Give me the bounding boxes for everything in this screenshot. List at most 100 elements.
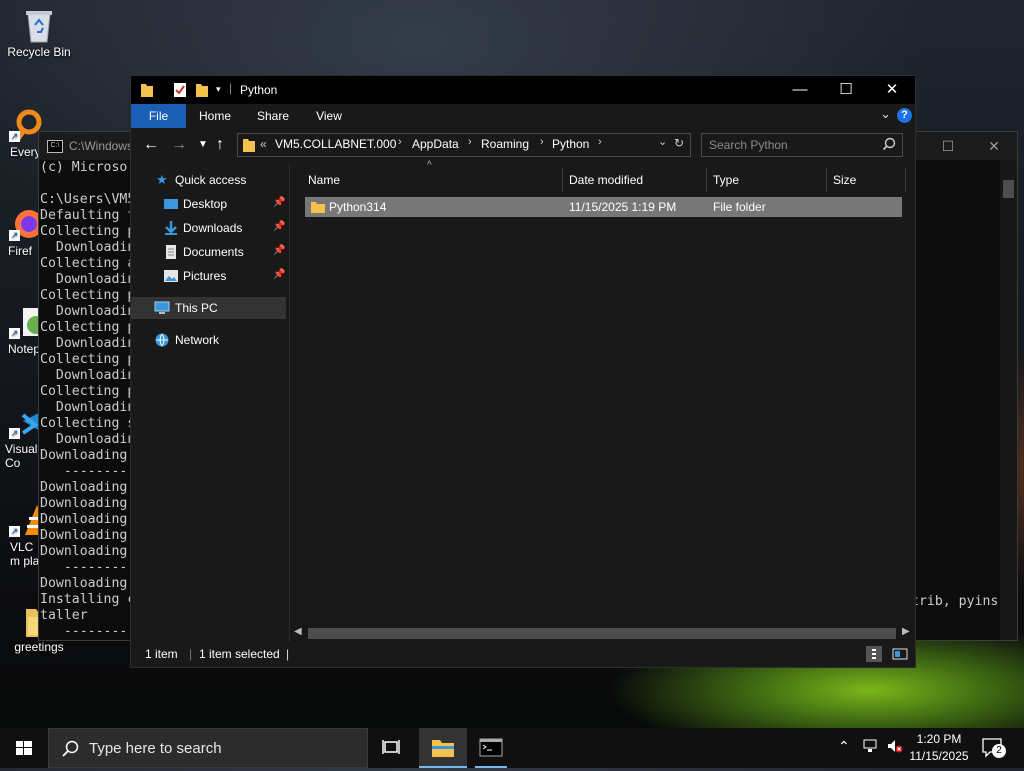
- document-icon: [163, 244, 179, 260]
- show-hidden-icons-chevron-icon[interactable]: ⌃: [838, 738, 850, 755]
- sort-arrow-icon: ^: [427, 160, 432, 171]
- shortcut-arrow-icon: ↗: [9, 526, 20, 537]
- task-view-icon: [382, 740, 400, 754]
- back-arrow-icon[interactable]: ←: [143, 136, 159, 154]
- address-bar[interactable]: « VM5.COLLABNET.000 › AppData › Roaming …: [237, 133, 691, 157]
- column-divider[interactable]: [562, 168, 563, 192]
- horizontal-scrollbar[interactable]: ◀ ▶: [290, 625, 915, 642]
- large-icons-view-icon[interactable]: [892, 646, 908, 662]
- start-button[interactable]: [0, 728, 48, 768]
- console-scrollbar-thumb[interactable]: [1003, 180, 1014, 198]
- tab-home[interactable]: Home: [193, 104, 237, 128]
- nav-item-this-pc[interactable]: This PC: [131, 297, 286, 319]
- star-icon: ★: [156, 172, 168, 187]
- desktop-icon-label: greetings: [14, 640, 64, 654]
- taskbar-clock[interactable]: 1:20 PM 11/15/2025: [906, 731, 972, 765]
- tab-view[interactable]: View: [307, 104, 351, 128]
- column-divider[interactable]: [826, 168, 827, 192]
- recent-locations-chevron-icon[interactable]: ▼: [198, 139, 208, 150]
- network-status-icon[interactable]: [862, 738, 880, 757]
- breadcrumb-vm5-collabnet[interactable]: VM5.COLLABNET.000: [275, 137, 396, 151]
- vlc-cone-icon: ↗: [9, 503, 49, 537]
- help-icon[interactable]: ?: [897, 108, 912, 123]
- breadcrumb-python[interactable]: Python: [552, 137, 589, 151]
- desktop-icon-label: Visual Co: [5, 442, 38, 470]
- console-output: (c) Microso C:\Users\VM5 Defaulting t Co…: [40, 160, 136, 639]
- quick-access-new-folder-icon[interactable]: [195, 82, 209, 101]
- nav-item-label: Pictures: [183, 269, 227, 283]
- pin-icon[interactable]: 📌: [273, 197, 285, 208]
- breadcrumb-separator: ›: [598, 136, 602, 148]
- shortcut-arrow-icon: ↗: [9, 328, 20, 339]
- nav-item-documents[interactable]: Documents 📌: [131, 241, 286, 263]
- column-divider[interactable]: [905, 168, 906, 192]
- tab-file[interactable]: File: [131, 104, 186, 128]
- pin-icon[interactable]: 📌: [273, 221, 285, 232]
- taskbar-file-explorer[interactable]: [419, 728, 467, 768]
- explorer-titlebar[interactable]: ▾ | Python — ☐ ✕: [131, 76, 915, 104]
- breadcrumb-separator: ›: [398, 136, 402, 148]
- column-header-date-modified[interactable]: Date modified: [569, 168, 643, 192]
- desktop-icon-recycle-bin[interactable]: Recycle Bin: [2, 8, 76, 59]
- refresh-icon[interactable]: ↻: [674, 136, 684, 150]
- task-view-button[interactable]: [368, 728, 416, 768]
- column-header-size[interactable]: Size: [833, 168, 856, 192]
- taskbar: Type here to search ⌃ 1:20 PM 11/15/2025…: [0, 728, 1024, 768]
- up-arrow-icon[interactable]: ↑: [216, 136, 224, 154]
- search-input[interactable]: Search Python: [701, 133, 903, 157]
- nav-item-label: Network: [175, 333, 220, 347]
- close-button[interactable]: ✕: [869, 76, 915, 104]
- console-maximize-button[interactable]: ☐: [925, 132, 971, 160]
- column-divider[interactable]: [706, 168, 707, 192]
- breadcrumb-separator: ›: [468, 136, 472, 148]
- console-scrollbar[interactable]: [1000, 160, 1017, 640]
- quick-access-customize-icon[interactable]: ▾: [216, 84, 221, 95]
- pin-icon[interactable]: 📌: [273, 245, 285, 256]
- navigation-bar: ← → ▼ ↑ « VM5.COLLABNET.000 › AppData › …: [131, 128, 915, 164]
- download-arrow-icon: [163, 220, 179, 236]
- title-separator: |: [229, 81, 233, 95]
- pin-icon[interactable]: 📌: [273, 269, 285, 280]
- nav-item-label: This PC: [175, 301, 218, 315]
- nav-item-network[interactable]: Network: [131, 329, 286, 351]
- ribbon-expand-chevron-icon[interactable]: ⌄: [880, 106, 891, 122]
- taskbar-search-box[interactable]: Type here to search: [48, 728, 368, 768]
- console-close-button[interactable]: ✕: [971, 132, 1017, 160]
- scroll-left-arrow-icon[interactable]: ◀: [294, 626, 302, 637]
- quick-access-properties-icon[interactable]: [173, 82, 187, 101]
- ribbon: File Home Share View ⌄ ?: [131, 104, 915, 128]
- address-dropdown-chevron-icon[interactable]: ⌄: [658, 135, 667, 148]
- breadcrumb-appdata[interactable]: AppData: [412, 137, 459, 151]
- volume-muted-icon[interactable]: [886, 738, 904, 757]
- scroll-right-arrow-icon[interactable]: ▶: [902, 626, 910, 637]
- taskbar-command-prompt[interactable]: [467, 728, 515, 768]
- nav-item-pictures[interactable]: Pictures 📌: [131, 265, 286, 287]
- desktop-icon-label: Recycle Bin: [7, 45, 71, 59]
- nav-item-downloads[interactable]: Downloads 📌: [131, 217, 286, 239]
- network-icon: [154, 332, 170, 348]
- forward-arrow-icon[interactable]: →: [171, 136, 187, 154]
- nav-item-desktop[interactable]: Desktop 📌: [131, 193, 286, 215]
- search-icon: [62, 740, 79, 757]
- console-icon: C:\: [47, 140, 63, 153]
- nav-item-quick-access[interactable]: ★ Quick access: [131, 169, 286, 191]
- breadcrumb-overflow[interactable]: «: [260, 137, 267, 151]
- details-view-icon[interactable]: [866, 646, 882, 662]
- minimize-button[interactable]: —: [777, 76, 823, 104]
- shortcut-arrow-icon: ↗: [9, 131, 20, 142]
- column-header-name[interactable]: Name: [308, 168, 340, 192]
- file-row[interactable]: Python314 11/15/2025 1:19 PM File folder: [305, 197, 902, 217]
- tab-share[interactable]: Share: [251, 104, 295, 128]
- folder-icon: [140, 82, 154, 101]
- notification-center-button[interactable]: 2: [980, 736, 1006, 760]
- horizontal-scrollbar-thumb[interactable]: [308, 628, 896, 639]
- nav-item-label: Downloads: [183, 221, 243, 235]
- file-explorer-window[interactable]: ▾ | Python — ☐ ✕ File Home Share View ⌄ …: [130, 75, 916, 668]
- column-header-type[interactable]: Type: [713, 168, 739, 192]
- item-count: 1 item: [145, 647, 178, 661]
- maximize-button[interactable]: ☐: [823, 76, 869, 104]
- breadcrumb-roaming[interactable]: Roaming: [481, 137, 529, 151]
- nav-item-label: Quick access: [175, 173, 247, 187]
- nav-item-label: Documents: [183, 245, 244, 259]
- notepad-plus-plus-icon: ↗: [9, 305, 45, 339]
